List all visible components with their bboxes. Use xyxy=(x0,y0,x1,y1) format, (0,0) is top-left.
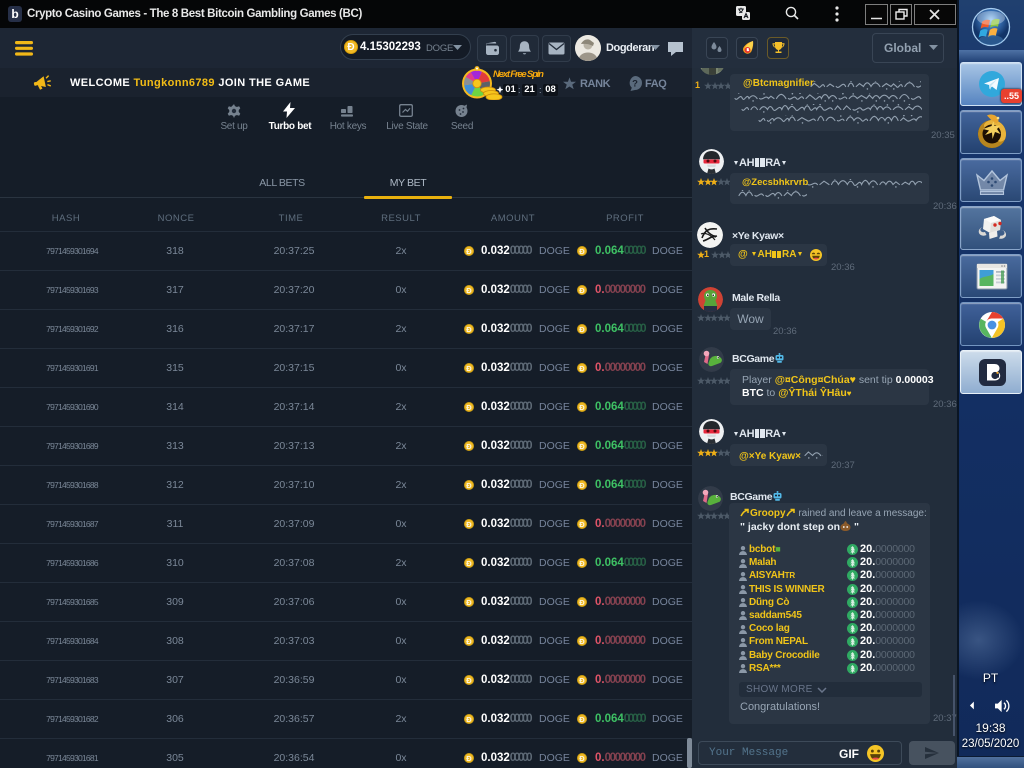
svg-text:?: ? xyxy=(632,79,638,90)
